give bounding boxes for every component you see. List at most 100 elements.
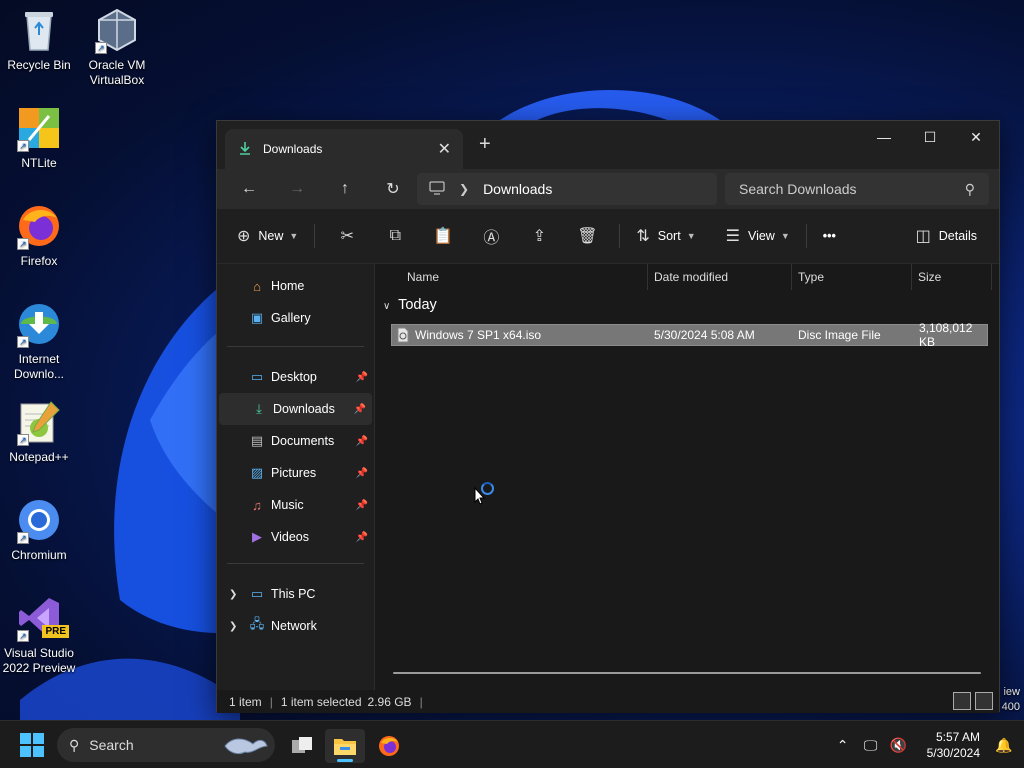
address-bar[interactable]: ❯ Downloads <box>417 173 717 205</box>
pin-icon[interactable]: 📌 <box>356 468 368 479</box>
desktop-icon-chromium[interactable]: ↗ Chromium <box>0 496 78 563</box>
rename-button[interactable]: Ⓐ <box>467 220 515 252</box>
taskbar-search[interactable]: ⚲ Search <box>57 728 275 762</box>
network-status-icon[interactable]: 🖵 <box>857 737 885 754</box>
active-app-indicator <box>337 759 353 762</box>
refresh-button[interactable]: ↻ <box>369 173 417 205</box>
desktop-icon-label: Oracle VM VirtualBox <box>88 58 146 87</box>
shortcut-arrow-icon: ↗ <box>95 42 107 54</box>
minimize-button[interactable]: — <box>861 121 907 153</box>
volume-muted-icon[interactable]: 🔇 <box>885 737 913 754</box>
desktop-icon-ntlite[interactable]: ↗ NTLite <box>0 104 78 171</box>
title-bar[interactable]: Downloads ✕ + — ☐ ✕ <box>217 121 999 169</box>
up-button[interactable]: ↑ <box>321 173 369 205</box>
forward-button[interactable]: → <box>273 173 321 205</box>
view-button[interactable]: ☰ View ▼ <box>718 220 798 252</box>
pin-icon[interactable]: 📌 <box>356 532 368 543</box>
taskbar-app-file-explorer[interactable] <box>325 729 365 763</box>
file-row[interactable]: Windows 7 SP1 x64.iso 5/30/2024 5:08 AM … <box>391 321 988 349</box>
new-button[interactable]: ⊕ New ▼ <box>229 220 306 252</box>
desktop-icon-label: NTLite <box>21 156 57 170</box>
maximize-button[interactable]: ☐ <box>907 121 953 153</box>
column-header-type[interactable]: Type <box>792 264 912 290</box>
column-header-size[interactable]: Size <box>912 264 992 290</box>
nav-item-pictures[interactable]: ▨ Pictures 📌 <box>217 457 374 489</box>
delete-button[interactable]: 🗑 <box>563 220 611 252</box>
status-separator: | <box>419 694 423 709</box>
navigation-pane[interactable]: ⌂ Home ▣ Gallery ▭ Desktop 📌 ⤓ Downloads… <box>217 264 375 690</box>
tab-downloads[interactable]: Downloads ✕ <box>225 129 463 169</box>
nav-item-gallery[interactable]: ▣ Gallery <box>217 302 374 334</box>
desktop-icon-virtualbox[interactable]: ↗ Oracle VM VirtualBox <box>78 6 156 88</box>
nav-item-desktop[interactable]: ▭ Desktop 📌 <box>217 361 374 393</box>
desktop-icon-notepadpp[interactable]: ↗ Notepad++ <box>0 398 78 465</box>
group-label: Today <box>398 297 437 313</box>
breadcrumb-downloads[interactable]: Downloads <box>483 181 552 197</box>
shortcut-arrow-icon: ↗ <box>17 630 29 642</box>
shortcut-arrow-icon: ↗ <box>17 434 29 446</box>
nav-item-music[interactable]: ♫ Music 📌 <box>217 489 374 521</box>
paste-button[interactable]: 📋 <box>419 220 467 252</box>
start-button[interactable] <box>20 733 44 760</box>
clock-date: 5/30/2024 <box>926 746 980 760</box>
expand-chevron-icon[interactable]: ❯ <box>229 621 237 632</box>
cut-button[interactable]: ✂ <box>323 220 371 252</box>
search-placeholder: Search Downloads <box>739 181 857 197</box>
clock[interactable]: 5:57 AM 5/30/2024 <box>927 729 980 761</box>
task-view-button[interactable] <box>282 729 322 763</box>
nav-item-documents[interactable]: ▤ Documents 📌 <box>217 425 374 457</box>
desktop-icon-label: Firefox <box>20 254 58 268</box>
desktop-icon-firefox[interactable]: ↗ Firefox <box>0 202 78 269</box>
expand-chevron-icon[interactable]: ❯ <box>229 589 237 600</box>
file-list-pane[interactable]: Name Date modified Type Size ∨ Today Win… <box>375 264 999 690</box>
pin-icon[interactable]: 📌 <box>356 372 368 383</box>
horizontal-scrollbar[interactable] <box>393 672 981 674</box>
close-tab-icon[interactable]: ✕ <box>438 139 451 159</box>
close-window-button[interactable]: ✕ <box>953 121 999 153</box>
desktop-icon-recycle-bin[interactable]: Recycle Bin <box>0 6 78 73</box>
share-button[interactable]: ⇪ <box>515 220 563 252</box>
details-pane-button[interactable]: ◫ Details <box>908 220 985 252</box>
background-text: iew <box>1003 686 1020 698</box>
nav-item-network[interactable]: ❯ 🖧 Network <box>217 610 374 642</box>
copy-button[interactable]: ⧉ <box>371 220 419 252</box>
chevron-down-icon: ∨ <box>383 301 391 312</box>
search-icon: ⚲ <box>69 736 80 753</box>
pin-icon[interactable]: 📌 <box>356 436 368 447</box>
system-tray: ⌃ 🖵 🔇 5:57 AM 5/30/2024 🔔 <box>829 721 1024 768</box>
new-tab-button[interactable]: + <box>479 133 491 156</box>
taskbar-app-firefox[interactable] <box>369 729 409 763</box>
nav-item-downloads[interactable]: ⤓ Downloads 📌 <box>219 393 372 425</box>
column-header-date[interactable]: Date modified <box>648 264 792 290</box>
group-header-today[interactable]: ∨ Today <box>375 290 999 320</box>
search-highlight-icon <box>224 738 268 755</box>
desktop-icon-visual-studio[interactable]: ↗ PRE Visual Studio 2022 Preview <box>0 594 78 676</box>
window-controls: — ☐ ✕ <box>861 121 999 153</box>
item-count: 1 item <box>229 694 262 709</box>
column-header-name[interactable]: Name <box>401 264 648 290</box>
pin-icon[interactable]: 📌 <box>354 404 366 415</box>
nav-item-label: Pictures <box>271 466 317 480</box>
large-icons-view-icon[interactable] <box>975 692 993 710</box>
show-hidden-icons-chevron-icon[interactable]: ⌃ <box>829 737 857 754</box>
search-box[interactable]: Search Downloads ⚲ <box>725 173 989 205</box>
desktop-icon-label: Notepad++ <box>9 450 69 464</box>
notification-bell-icon[interactable]: 🔔 <box>990 737 1018 754</box>
nav-item-home[interactable]: ⌂ Home <box>217 270 374 302</box>
sort-button[interactable]: ⇅ Sort ▼ <box>628 220 703 252</box>
more-options-button[interactable]: ••• <box>815 220 844 252</box>
sort-label: Sort <box>657 229 681 243</box>
nav-item-videos[interactable]: ▶ Videos 📌 <box>217 521 374 553</box>
shortcut-arrow-icon: ↗ <box>17 238 29 250</box>
nav-item-this-pc[interactable]: ❯ ▭ This PC <box>217 578 374 610</box>
desktop-icon-idm[interactable]: ↗ Internet Downlo... <box>0 300 78 382</box>
desktop-icon-label: Internet Downlo... <box>13 352 65 381</box>
pin-icon[interactable]: 📌 <box>356 500 368 511</box>
downloads-icon: ⤓ <box>256 401 262 416</box>
file-explorer-icon <box>334 739 356 755</box>
details-view-icon[interactable] <box>953 692 971 710</box>
breadcrumb-chevron-icon[interactable]: ❯ <box>459 182 469 196</box>
back-button[interactable]: ← <box>225 173 273 205</box>
view-toggles <box>953 692 993 710</box>
file-explorer-window[interactable]: Downloads ✕ + — ☐ ✕ ← → ↑ ↻ ❯ Downloads … <box>216 120 1000 713</box>
